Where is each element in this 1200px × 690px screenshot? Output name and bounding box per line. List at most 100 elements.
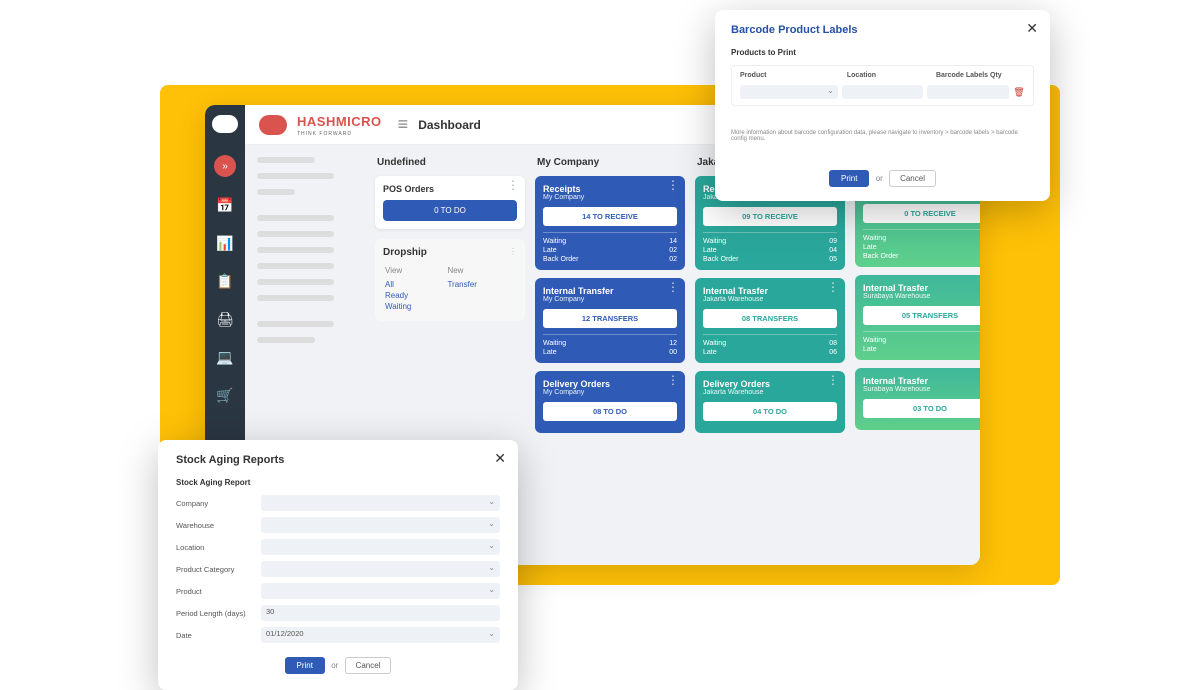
chevron-down-icon: ⌄ xyxy=(488,629,495,638)
stock-modal-subtitle: Stock Aging Report xyxy=(176,478,500,487)
field-value: 30 xyxy=(261,605,500,618)
barcode-modal-subtitle: Products to Print xyxy=(731,48,1034,57)
qty-input[interactable] xyxy=(927,85,1009,99)
tile-action-button[interactable]: 09 TO RECEIVE xyxy=(703,207,837,226)
cart-icon[interactable]: 🛒 xyxy=(215,385,235,405)
monitor-icon[interactable]: 💻 xyxy=(215,347,235,367)
tile-title: Delivery Orders xyxy=(543,379,677,389)
form-row: Warehouse⌄ xyxy=(176,517,500,533)
chart-icon[interactable]: 📊 xyxy=(215,233,235,253)
product-select[interactable]: ⌄ xyxy=(740,85,838,99)
filter-link[interactable] xyxy=(447,302,515,311)
sidebar-expand-button[interactable]: » xyxy=(214,155,236,177)
col-location: Location xyxy=(847,72,936,79)
field-input[interactable]: ⌄ xyxy=(261,583,500,599)
tile-title: Internal Trasfer xyxy=(863,376,980,386)
more-icon[interactable]: ⋮ xyxy=(507,182,519,188)
brand-name: HASHMICRO xyxy=(297,114,382,129)
tile-action-button[interactable]: 14 TO RECEIVE xyxy=(543,207,677,226)
form-row: Date01/12/2020⌄ xyxy=(176,627,500,643)
print-icon[interactable]: 🖨 xyxy=(215,309,235,329)
field-input[interactable]: ⌄ xyxy=(261,539,500,555)
tile-stats: Waiting12Late00 xyxy=(543,334,677,357)
field-input[interactable]: ⌄ xyxy=(261,495,500,511)
calendar-icon[interactable]: 📅 xyxy=(215,195,235,215)
tile-action-button[interactable]: 03 TO DO xyxy=(863,399,980,418)
stat-label: Back Order xyxy=(703,256,738,263)
tile-stats: Waiting09Late04Back Order05 xyxy=(703,232,837,264)
card-title: Dropship xyxy=(383,247,517,258)
form-row: Location ⌄ xyxy=(176,539,500,555)
chevron-down-icon: ⌄ xyxy=(488,585,495,594)
view-header: View xyxy=(385,266,445,278)
tile-subtitle: My Company xyxy=(543,194,677,201)
column-title: Undefined xyxy=(375,153,525,176)
kanban-tile[interactable]: ⋮Delivery OrdersJakarta Warehouse 04 TO D… xyxy=(695,371,845,433)
more-icon[interactable]: ⋮ xyxy=(827,284,839,290)
stat-label: Waiting xyxy=(703,340,726,347)
tile-subtitle: Jakarta Warehouse xyxy=(703,389,837,396)
filter-link[interactable]: Ready xyxy=(385,291,445,300)
tile-action-button[interactable]: 12 TRANSFERS xyxy=(543,309,677,328)
field-input[interactable]: 30 xyxy=(261,605,500,621)
close-icon[interactable]: ✕ xyxy=(1026,20,1038,37)
field-input[interactable]: ⌄ xyxy=(261,561,500,577)
tile-title: Delivery Orders xyxy=(703,379,837,389)
field-label: Company xyxy=(176,499,261,508)
field-input[interactable]: ⌄ xyxy=(261,517,500,533)
barcode-table: Product Location Barcode Labels Qty ⌄ 🗑 xyxy=(731,65,1034,106)
more-icon[interactable]: ⋮ xyxy=(667,182,679,188)
brand-block: HASHMICRO THINK FORWARD xyxy=(297,113,382,137)
tile-title: Internal Trasfer xyxy=(863,283,980,293)
tile-subtitle: My Company xyxy=(543,296,677,303)
new-header: New xyxy=(447,266,515,278)
tile-action-button[interactable]: 05 TRANSFERS xyxy=(863,306,980,325)
stock-aging-modal: Stock Aging Reports ✕ Stock Aging Report… xyxy=(158,440,518,690)
kanban-tile[interactable]: ⋮Internal TransferMy Company12 TRANSFERS… xyxy=(535,278,685,363)
print-button[interactable]: Print xyxy=(829,170,869,187)
filter-link[interactable]: Waiting xyxy=(385,302,445,311)
kanban-tile[interactable]: ⋮Internal TrasferJakarta Warehouse08 TRA… xyxy=(695,278,845,363)
tile-action-button[interactable]: 08 TRANSFERS xyxy=(703,309,837,328)
list-icon[interactable]: 📋 xyxy=(215,271,235,291)
tile-subtitle: Jakarta Warehouse xyxy=(703,296,837,303)
field-input[interactable]: 01/12/2020⌄ xyxy=(261,627,500,643)
kanban-tile[interactable]: ⋮ReceiptsMy Company14 TO RECEIVEWaiting1… xyxy=(535,176,685,270)
chevron-down-icon: ⌄ xyxy=(488,497,495,506)
chevron-down-icon: ⌄ xyxy=(488,563,495,572)
stat-label: Waiting xyxy=(543,238,566,245)
cancel-button[interactable]: Cancel xyxy=(345,657,392,674)
tile-action-button[interactable]: 04 TO DO xyxy=(703,402,837,421)
or-text: or xyxy=(331,661,338,670)
filter-link[interactable]: Transfer xyxy=(447,280,515,289)
hamburger-icon[interactable]: ≡ xyxy=(398,114,409,135)
cancel-button[interactable]: Cancel xyxy=(889,170,936,187)
more-icon[interactable]: ⋮ xyxy=(509,247,517,256)
page-title: Dashboard xyxy=(418,118,481,132)
filter-link[interactable] xyxy=(447,291,515,300)
filter-link[interactable]: All xyxy=(385,280,445,289)
table-row: ⌄ 🗑 xyxy=(740,85,1025,99)
delete-row-icon[interactable]: 🗑 xyxy=(1013,87,1025,98)
tile-action-button[interactable]: 0 TO RECEIVE xyxy=(863,204,980,223)
more-icon[interactable]: ⋮ xyxy=(827,377,839,383)
form-row: Product⌄ xyxy=(176,583,500,599)
stat-label: Late xyxy=(863,244,877,251)
chevron-down-icon: ⌄ xyxy=(488,541,495,550)
more-icon[interactable]: ⋮ xyxy=(667,377,679,383)
stock-modal-actions: Print or Cancel xyxy=(176,657,500,674)
field-label: Location xyxy=(176,543,261,552)
stat-label: Late xyxy=(703,247,717,254)
stat-label: Back Order xyxy=(543,256,578,263)
kanban-tile[interactable]: ⋮Internal TrasferSurabaya Warehouse05 TR… xyxy=(855,275,980,360)
pos-orders-card: ⋮POS Orders0 TO DO xyxy=(375,176,525,229)
todo-button[interactable]: 0 TO DO xyxy=(383,200,517,221)
location-input[interactable] xyxy=(842,85,924,99)
tile-action-button[interactable]: 08 TO DO xyxy=(543,402,677,421)
kanban-tile[interactable]: ⋮Internal TrasferSurabaya Warehouse03 TO… xyxy=(855,368,980,430)
field-label: Date xyxy=(176,631,261,640)
close-icon[interactable]: ✕ xyxy=(494,450,506,467)
more-icon[interactable]: ⋮ xyxy=(667,284,679,290)
print-button[interactable]: Print xyxy=(285,657,325,674)
kanban-tile[interactable]: ⋮Delivery OrdersMy Company08 TO DO xyxy=(535,371,685,433)
